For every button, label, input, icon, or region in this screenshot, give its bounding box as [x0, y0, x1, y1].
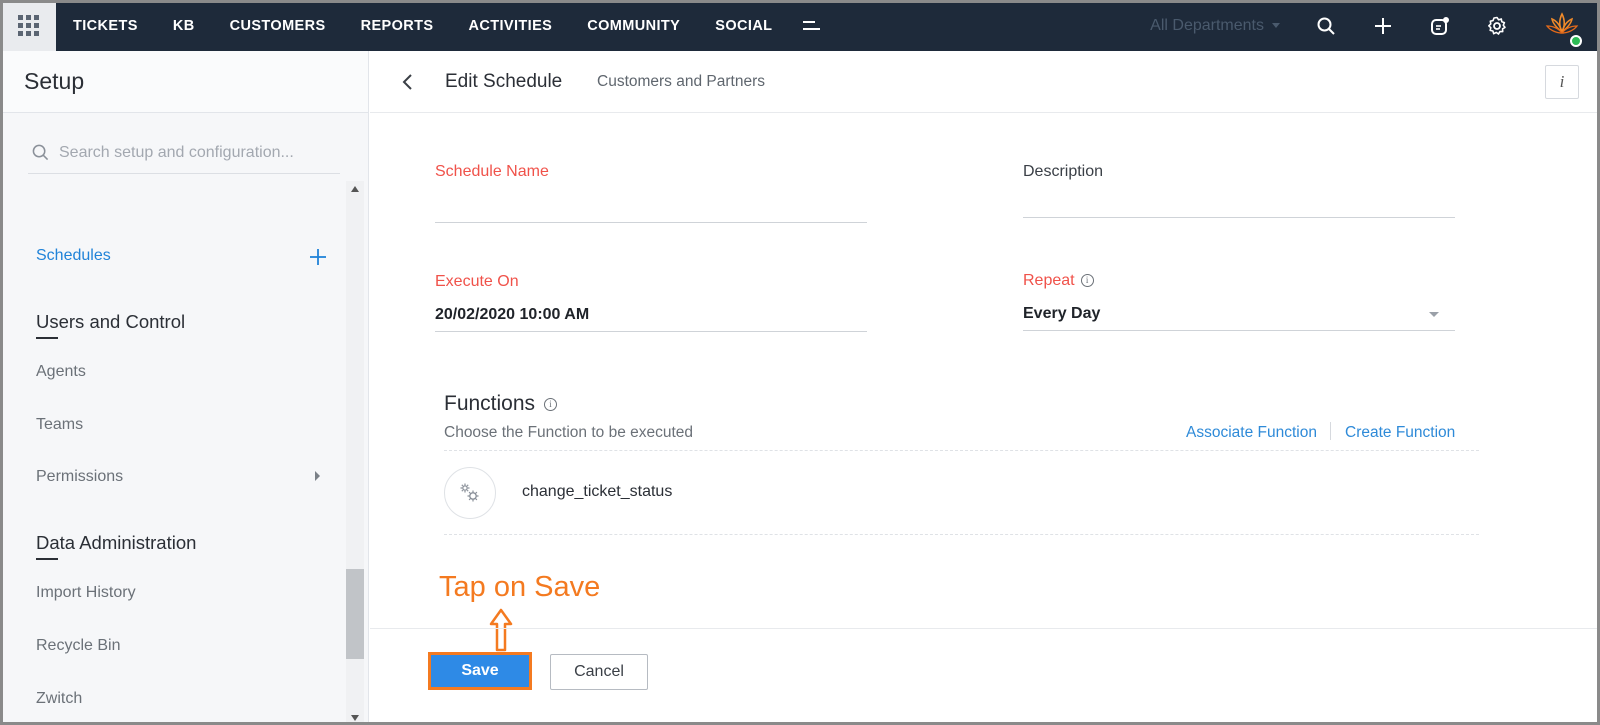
schedule-name-input[interactable] [435, 191, 867, 219]
gears-icon [460, 483, 479, 502]
sidebar-item-agents[interactable]: Agents [36, 363, 86, 381]
back-arrow-icon[interactable] [398, 72, 418, 92]
gear-icon[interactable] [1487, 16, 1507, 36]
nav-tickets[interactable]: TICKETS [73, 18, 138, 34]
nav-community[interactable]: COMMUNITY [587, 18, 680, 34]
page-header: Edit Schedule Customers and Partners i [370, 51, 1597, 113]
setup-search [28, 132, 340, 174]
functions-heading: Functions i [444, 392, 558, 416]
heading-underline [36, 337, 58, 339]
sidebar-item-permissions[interactable]: Permissions [36, 468, 123, 486]
function-row-divider [444, 534, 1479, 535]
sidebar-item-import-history[interactable]: Import History [36, 584, 136, 602]
repeat-label: Repeat i [1023, 272, 1094, 290]
plus-icon[interactable] [1373, 16, 1393, 36]
sidebar-item-schedules[interactable]: Schedules [36, 247, 111, 265]
nav-activities[interactable]: ACTIVITIES [468, 18, 552, 34]
top-nav-items: TICKETS KB CUSTOMERS REPORTS ACTIVITIES … [73, 18, 821, 34]
avatar[interactable] [1544, 8, 1582, 47]
execute-on-field[interactable]: 20/02/2020 10:00 AM [435, 306, 589, 324]
sidebar-scrollbar[interactable] [346, 181, 364, 725]
save-button[interactable]: Save [428, 652, 532, 690]
nav-kb[interactable]: KB [173, 18, 195, 34]
nav-customers[interactable]: CUSTOMERS [230, 18, 326, 34]
apps-grid-icon [17, 15, 39, 36]
arrow-up-icon [489, 608, 513, 652]
page-subtitle: Customers and Partners [597, 72, 765, 90]
sidebar-title: Setup [24, 68, 85, 94]
functions-title: Functions [444, 392, 536, 415]
more-menu-icon[interactable] [803, 21, 821, 30]
sidebar-heading-label: Data Administration [36, 532, 197, 553]
search-icon[interactable] [1316, 16, 1336, 36]
repeat-label-text: Repeat [1023, 272, 1075, 289]
department-label: All Departments [1150, 16, 1264, 34]
info-icon[interactable]: i [544, 397, 558, 411]
search-icon [32, 144, 49, 161]
sidebar-heading-label: Users and Control [36, 311, 186, 332]
execute-on-underline [435, 331, 867, 332]
schedule-name-underline [435, 222, 867, 223]
chevron-right-icon [315, 471, 320, 481]
description-underline [1023, 217, 1455, 218]
associate-function-link[interactable]: Associate Function [1186, 424, 1317, 442]
function-item-name[interactable]: change_ticket_status [522, 483, 672, 501]
notification-icon[interactable] [1430, 16, 1450, 36]
page-title: Edit Schedule [445, 70, 563, 92]
execute-on-label: Execute On [435, 273, 519, 290]
chevron-down-icon[interactable] [1429, 312, 1439, 317]
schedule-name-label: Schedule Name [435, 163, 549, 180]
scroll-down-arrow-icon[interactable] [351, 715, 359, 721]
sidebar-heading-users-and-control: Users and Control [36, 311, 186, 339]
repeat-select[interactable]: Every Day [1023, 305, 1100, 323]
heading-underline [36, 558, 58, 560]
department-selector[interactable]: All Departments [1150, 17, 1280, 35]
link-divider [1330, 422, 1331, 440]
sidebar-heading-data-administration: Data Administration [36, 532, 197, 560]
info-icon: i [1559, 72, 1565, 91]
chevron-down-icon [1272, 23, 1280, 28]
info-button[interactable]: i [1545, 65, 1579, 99]
top-navigation-bar: TICKETS KB CUSTOMERS REPORTS ACTIVITIES … [0, 0, 1600, 51]
nav-social[interactable]: SOCIAL [715, 18, 772, 34]
create-function-link[interactable]: Create Function [1345, 424, 1455, 442]
tutorial-annotation: Tap on Save [439, 571, 601, 603]
online-status-dot [1570, 34, 1582, 47]
repeat-underline [1023, 330, 1455, 331]
sidebar-header: Setup [3, 51, 368, 113]
apps-grid-button[interactable] [0, 0, 56, 51]
info-icon[interactable]: i [1080, 274, 1094, 288]
functions-divider [444, 450, 1479, 451]
scrollbar-thumb[interactable] [346, 569, 364, 659]
nav-reports[interactable]: REPORTS [361, 18, 434, 34]
functions-subtitle: Choose the Function to be executed [444, 424, 694, 441]
cancel-button[interactable]: Cancel [550, 654, 648, 690]
sidebar-item-recycle-bin[interactable]: Recycle Bin [36, 637, 120, 655]
function-icon [444, 467, 496, 519]
sidebar-item-zwitch[interactable]: Zwitch [36, 690, 82, 708]
setup-search-input[interactable] [59, 143, 329, 162]
scroll-up-arrow-icon[interactable] [351, 186, 359, 192]
description-input[interactable] [1023, 189, 1455, 217]
description-label: Description [1023, 163, 1104, 180]
add-schedule-icon[interactable] [309, 248, 327, 266]
setup-sidebar: Setup Schedules Users and Control Agents… [3, 51, 369, 725]
main-content: Edit Schedule Customers and Partners i S… [370, 51, 1597, 725]
footer-divider [370, 628, 1597, 629]
top-right-tools: All Departments [1150, 0, 1600, 51]
sidebar-item-teams[interactable]: Teams [36, 416, 83, 434]
